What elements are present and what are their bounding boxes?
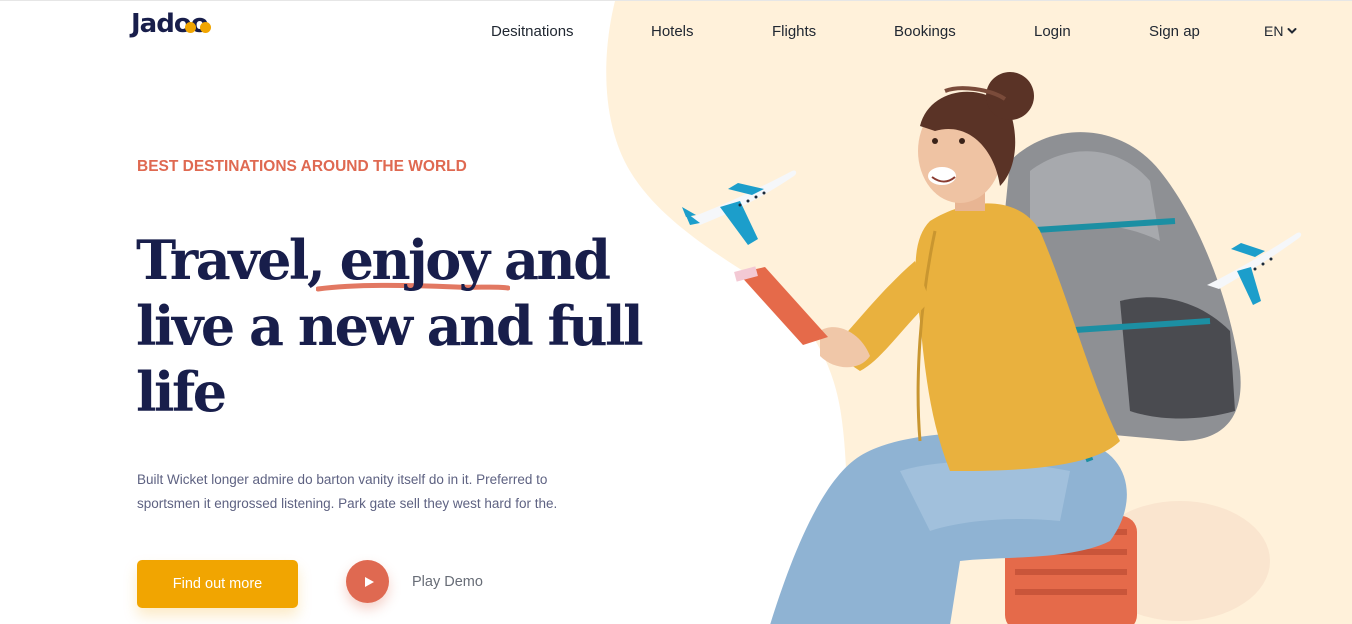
play-icon	[364, 576, 374, 587]
chevron-down-icon	[1287, 28, 1297, 34]
nav-item-flights[interactable]: Flights	[772, 23, 816, 40]
nav-item-bookings[interactable]: Bookings	[894, 23, 956, 40]
hero-description-line-1: Built Wicket longer admire do barton van…	[137, 472, 548, 487]
nav-item-destinations[interactable]: Desitnations	[491, 23, 574, 40]
nav-item-hotels[interactable]: Hotels	[651, 23, 694, 40]
hero-headline: Travel, enjoy and live a new and full li…	[136, 227, 644, 425]
nav-item-login[interactable]: Login	[1034, 23, 1071, 40]
airplane-icon-2	[1207, 232, 1302, 305]
nav-item-signup[interactable]: Sign ap	[1149, 23, 1200, 40]
logo-dot-1	[185, 22, 196, 33]
headline-word-enjoy: enjoy	[339, 228, 491, 292]
hero-eyebrow: BEST DESTINATIONS AROUND THE WORLD	[137, 158, 467, 175]
traveler-illustration	[734, 72, 1270, 624]
logo-dot-2	[200, 22, 211, 33]
headline-word-travel: Travel,	[136, 228, 326, 292]
headline-word-and: and	[503, 228, 611, 292]
play-demo-button[interactable]	[346, 560, 389, 603]
headline-line-2: live a new and full	[136, 294, 644, 358]
airplane-icon	[682, 170, 797, 245]
find-out-more-button[interactable]: Find out more	[137, 560, 298, 608]
headline-line-3: life	[136, 360, 227, 424]
hero-description: Built Wicket longer admire do barton van…	[137, 468, 607, 516]
hero-description-line-2: sportsmen it engrossed listening. Park g…	[137, 496, 558, 511]
language-selector[interactable]: EN	[1264, 23, 1297, 39]
headline-line-1: Travel, enjoy and	[136, 227, 636, 293]
language-label: EN	[1264, 23, 1284, 39]
play-demo-label[interactable]: Play Demo	[412, 574, 483, 590]
